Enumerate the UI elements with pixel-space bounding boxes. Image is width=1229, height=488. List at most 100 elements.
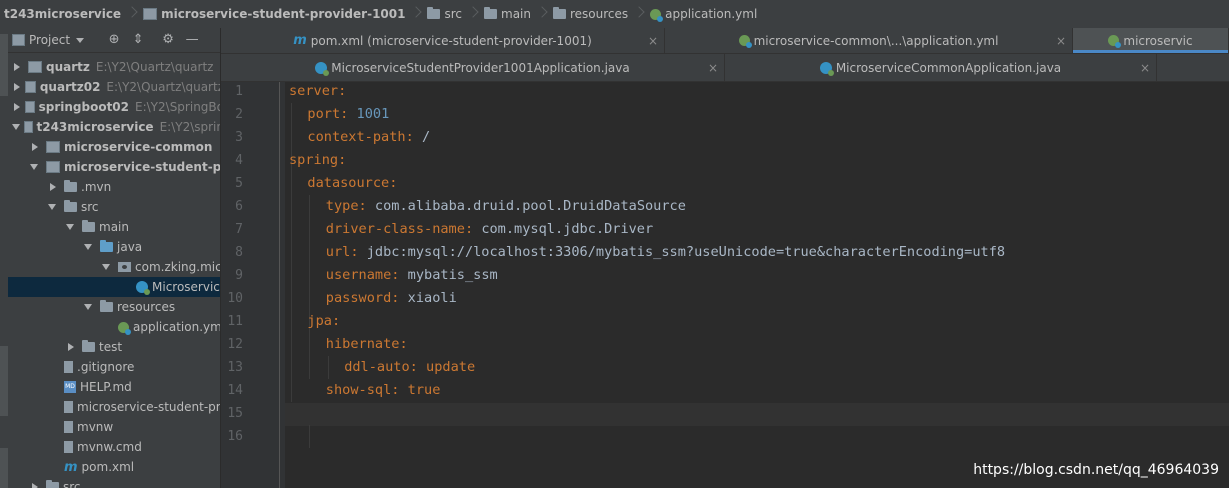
collapse-all-icon[interactable]: ⇕ [130, 32, 146, 48]
module-icon [23, 121, 33, 133]
chevron-right-icon [412, 4, 420, 24]
breadcrumb-item[interactable]: application.yml [648, 0, 759, 28]
tree-item-label: .gitignore [77, 360, 135, 374]
chevron-down-icon[interactable] [66, 222, 76, 232]
chevron-right-icon[interactable] [12, 62, 22, 72]
yaml-colon: : [340, 106, 357, 122]
close-icon[interactable]: × [1140, 61, 1150, 75]
line-number: 2 [235, 107, 243, 122]
tree-item[interactable]: mvnw [8, 417, 220, 437]
editor-tab-label: pom.xml (microservice-student-provider-1… [310, 33, 592, 48]
tree-item-label: src [81, 200, 99, 214]
tree-item-label: microservice-student-pr [77, 400, 221, 414]
tree-item-path: E:\Y2\Quartz\quartz [95, 60, 214, 74]
tree-item[interactable]: t243microservice E:\Y2\sprin [8, 117, 221, 137]
close-icon[interactable]: × [648, 34, 658, 48]
indent-guide [309, 195, 311, 379]
editor-tab[interactable]: m pom.xml (microservice-student-provider-… [221, 28, 665, 53]
chevron-down-icon[interactable] [102, 262, 112, 272]
tree-item[interactable]: .mvn [8, 177, 220, 197]
code-editor[interactable]: 1 2 3 4 5 6 7 8 9 10 11 12 13 14 15 16 server: port: 100… [221, 82, 1229, 488]
tree-item[interactable]: quartz E:\Y2\Quartz\quartz [8, 57, 220, 77]
tree-item[interactable]: application.ym [8, 317, 220, 337]
favorites-tool-tab[interactable] [0, 448, 8, 488]
editor-tab-label: MicroserviceStudentProvider1001Applicati… [331, 60, 630, 75]
tree-item-label: java [117, 240, 143, 254]
editor-tab[interactable]: microservic [1073, 28, 1229, 53]
code-line: datasource: [307, 172, 397, 195]
breadcrumb-item[interactable]: resources [551, 0, 630, 28]
chevron-down-icon[interactable] [30, 162, 40, 172]
chevron-right-icon[interactable] [12, 82, 21, 92]
yaml-key: port [307, 106, 341, 122]
project-view-selector[interactable]: Project [12, 33, 85, 47]
line-number: 14 [227, 383, 243, 398]
tree-item-path: E:\Y2\Quartz\quartz [106, 80, 221, 94]
tree-item[interactable]: MD HELP.md [8, 377, 220, 397]
editor-tab[interactable]: MicroserviceCommonApplication.java × [725, 54, 1157, 81]
yaml-key: type [325, 198, 359, 214]
tree-item[interactable]: src [8, 197, 220, 217]
locate-icon[interactable]: ⊕ [106, 32, 122, 48]
tree-item[interactable]: springboot02 E:\Y2\SpringBo [8, 97, 220, 117]
code-line: server: [289, 80, 346, 103]
tree-item[interactable]: .gitignore [8, 357, 220, 377]
tree-item[interactable]: quartz02 E:\Y2\Quartz\quartz [8, 77, 221, 97]
chevron-right-icon[interactable] [30, 142, 40, 152]
line-number: 3 [235, 130, 243, 145]
line-number: 13 [227, 360, 243, 375]
editor-tab[interactable]: microservice-common\...\application.yml × [665, 28, 1073, 53]
close-icon[interactable]: × [708, 61, 718, 75]
chevron-right-icon[interactable] [12, 102, 20, 112]
tree-item-label: microservice-common [64, 140, 213, 154]
tree-item[interactable]: main [8, 217, 220, 237]
chevron-down-icon[interactable] [84, 242, 94, 252]
gear-icon[interactable]: ⚙ [160, 32, 176, 48]
yaml-value: 1001 [356, 106, 390, 122]
line-number: 6 [235, 199, 243, 214]
module-icon [25, 81, 36, 93]
tree-item[interactable]: microservice-student-pr [8, 397, 221, 417]
spring-class-icon [136, 281, 150, 295]
tree-item[interactable]: java [8, 237, 220, 257]
tree-item[interactable]: microservice-student-pro [8, 157, 220, 177]
editor-tab[interactable]: MicroserviceStudentProvider1001Applicati… [221, 54, 725, 81]
tree-item[interactable]: Microservic [8, 277, 220, 297]
breadcrumb-item[interactable]: t243microservice [0, 0, 123, 28]
tree-item[interactable]: src [8, 477, 220, 488]
tree-item[interactable]: resources [8, 297, 220, 317]
chevron-down-icon[interactable] [12, 122, 20, 132]
chevron-right-icon[interactable] [66, 342, 76, 352]
breadcrumb-item[interactable]: src [425, 0, 464, 28]
folder-icon [82, 220, 95, 232]
hide-icon[interactable]: — [184, 32, 200, 48]
chevron-right-icon[interactable] [48, 182, 58, 192]
tree-item[interactable]: m pom.xml [8, 457, 220, 477]
tree-item[interactable]: microservice-common [8, 137, 220, 157]
chevron-right-icon[interactable] [30, 482, 40, 488]
tree-item[interactable]: com.zking.mic [8, 257, 220, 277]
structure-tool-tab[interactable] [0, 346, 8, 416]
chevron-down-icon [76, 37, 85, 43]
breadcrumb-item[interactable]: main [482, 0, 533, 28]
spring-config-icon [738, 35, 752, 48]
yaml-colon: : [391, 290, 408, 306]
project-tool-tab[interactable] [0, 34, 8, 96]
line-number: 5 [235, 176, 243, 191]
tree-item[interactable]: test [8, 337, 220, 357]
line-gutter: 1 2 3 4 5 6 7 8 9 10 11 12 13 14 15 16 [221, 82, 285, 488]
yaml-colon: : [464, 221, 482, 237]
tree-item[interactable]: mvnw.cmd [8, 437, 220, 457]
editor-tabs-row-1: m pom.xml (microservice-student-provider-… [221, 28, 1229, 54]
markdown-icon: MD [64, 381, 76, 393]
line-number: 15 [227, 406, 243, 421]
tree-item-path: E:\Y2\sprin [159, 120, 221, 134]
breadcrumb-label: application.yml [665, 7, 758, 21]
chevron-down-icon[interactable] [48, 202, 58, 212]
breadcrumb-item[interactable]: microservice-student-provider-1001 [141, 0, 407, 28]
close-icon[interactable]: × [1056, 34, 1066, 48]
yaml-value: true [407, 382, 441, 398]
editor-tabs-row-2: MicroserviceStudentProvider1001Applicati… [221, 54, 1229, 82]
chevron-down-icon[interactable] [84, 302, 94, 312]
